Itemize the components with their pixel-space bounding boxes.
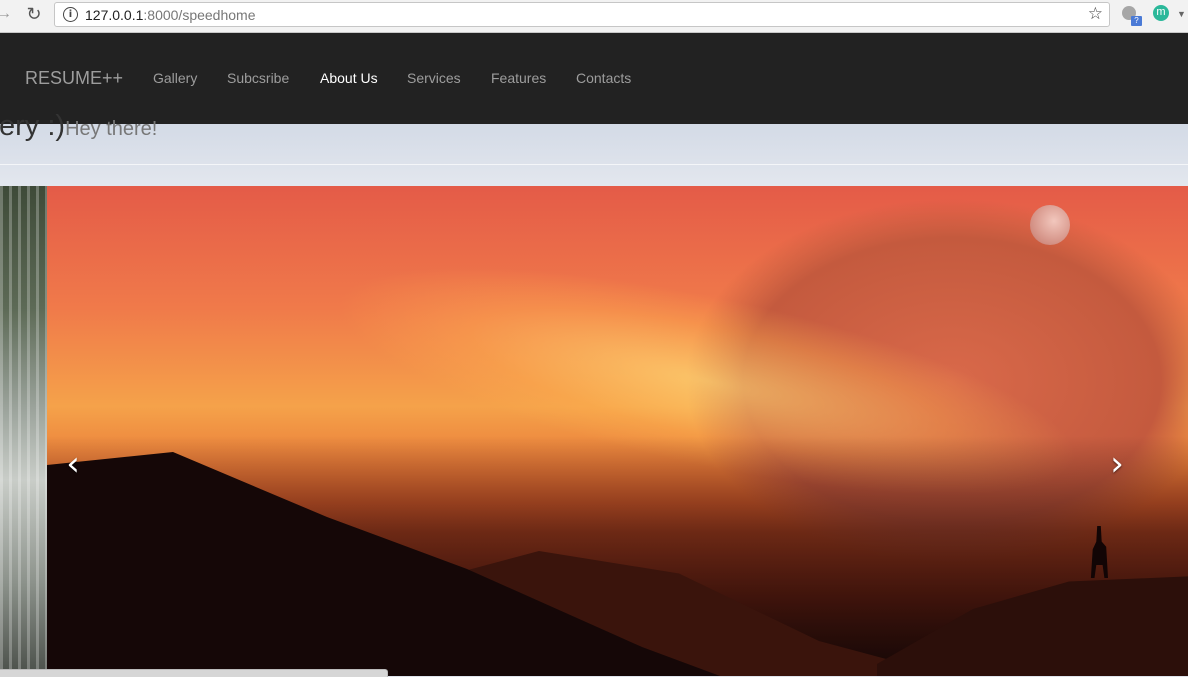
info-icon[interactable]: i [63, 7, 78, 22]
waterfall-slide-image [0, 186, 47, 676]
m-extension-icon[interactable]: m [1153, 5, 1169, 21]
page-title: allery :)Hey there! [0, 110, 157, 143]
header-band [0, 124, 1188, 186]
nav-link-gallery[interactable]: Gallery [153, 70, 197, 86]
browser-toolbar: → ↻ i 127.0.0.1:8000/speedhome ☆ ? m ▼ [0, 0, 1188, 33]
url-text[interactable]: 127.0.0.1:8000/speedhome [85, 7, 255, 23]
chevron-down-icon[interactable]: ▼ [1177, 9, 1186, 19]
star-icon[interactable]: ☆ [1088, 4, 1103, 24]
back-icon[interactable]: → [0, 4, 14, 24]
url-host: 127.0.0.1 [85, 7, 144, 23]
nav-link-features[interactable]: Features [491, 70, 546, 86]
carousel-prev-icon[interactable]: ‹ [58, 444, 88, 484]
site-navbar: RESUME++ Gallery Subcsribe About Us Serv… [0, 33, 1188, 124]
address-bar[interactable]: i 127.0.0.1:8000/speedhome ☆ [54, 2, 1110, 27]
nav-link-about-us[interactable]: About Us [320, 70, 378, 86]
nav-link-contacts[interactable]: Contacts [576, 70, 631, 86]
nav-link-services[interactable]: Services [407, 70, 461, 86]
sunset-planet-slide-image [47, 186, 1188, 676]
url-path: :8000/speedhome [143, 7, 256, 23]
brand-link[interactable]: RESUME++ [25, 68, 123, 89]
page-title-text: allery :) [0, 110, 66, 142]
extension-badge: ? [1131, 16, 1142, 26]
page-subtitle: Hey there! [65, 118, 158, 140]
reload-icon[interactable]: ↻ [24, 4, 44, 24]
moon-image [1030, 205, 1070, 245]
image-carousel: ‹ › [0, 186, 1188, 676]
divider [0, 164, 1188, 165]
carousel-next-icon[interactable]: › [1102, 444, 1132, 484]
nav-link-subscribe[interactable]: Subcsribe [227, 70, 289, 86]
